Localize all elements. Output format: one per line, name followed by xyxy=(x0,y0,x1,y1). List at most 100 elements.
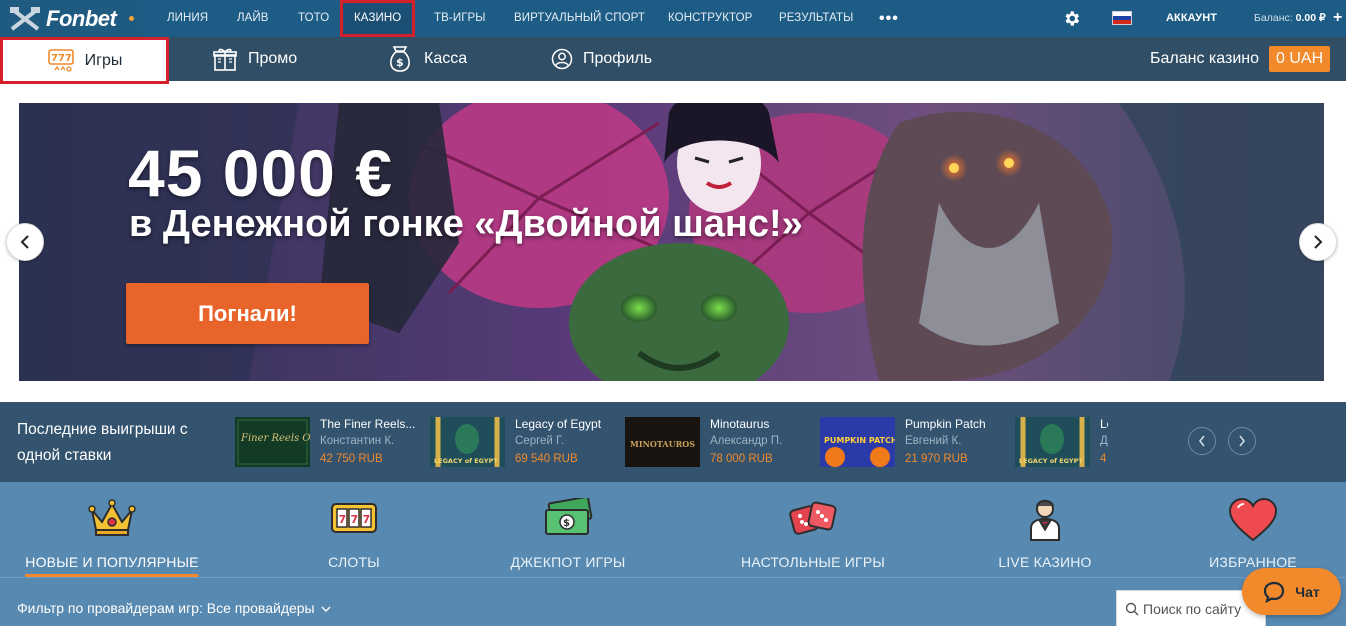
heart-icon xyxy=(1228,498,1278,542)
win-user-name: Сергей Г. xyxy=(515,435,565,447)
subnav-profile-label: Профиль xyxy=(583,50,653,67)
win-amount: 42 750 RUB xyxy=(320,453,383,465)
dealer-icon xyxy=(1030,499,1060,541)
nav-virtual-sport[interactable]: ВИРТУАЛЬНЫЙ СПОРТ xyxy=(514,0,645,37)
chevron-right-icon xyxy=(1314,235,1323,249)
category-label: LIVE КАЗИНО xyxy=(998,554,1092,570)
category-jackpot[interactable]: $ ДЖЕКПОТ ИГРЫ xyxy=(488,482,648,577)
svg-text:LEGACY of EGYPT: LEGACY of EGYPT xyxy=(1019,457,1083,465)
win-game-name: Le xyxy=(1100,417,1108,431)
win-game-name: The Finer Reels... xyxy=(320,417,416,431)
banner-cta-button[interactable]: Погнали! xyxy=(126,283,369,344)
win-user-name: Д xyxy=(1100,435,1108,447)
win-game-name: Pumpkin Patch xyxy=(905,417,986,431)
game-thumbnail: Finer Reels OF LIFE xyxy=(235,417,310,467)
banner-amount: 45 000 € xyxy=(128,136,393,210)
casino-balance-label: Баланс казино xyxy=(1150,50,1259,67)
category-live-casino[interactable]: LIVE КАЗИНО xyxy=(985,482,1105,577)
svg-text:PUMPKIN PATCH: PUMPKIN PATCH xyxy=(824,436,895,445)
fonbet-logo-icon xyxy=(10,6,40,31)
gift-icon xyxy=(213,48,237,71)
svg-text:Finer Reels OF LIFE: Finer Reels OF LIFE xyxy=(240,433,310,444)
win-user-name: Константин К. xyxy=(320,435,395,447)
game-thumbnail: MINOTAUROS xyxy=(625,417,700,467)
category-label: ДЖЕКПОТ ИГРЫ xyxy=(510,554,626,570)
subnav-cashier-label: Касса xyxy=(424,50,468,67)
game-categories: НОВЫЕ И ПОПУЛЯРНЫЕ 7 7 7 СЛОТЫ $ ДЖЕКПОТ… xyxy=(0,482,1346,577)
subnav-profile[interactable]: Профиль xyxy=(551,37,652,81)
category-label: НОВЫЕ И ПОПУЛЯРНЫЕ xyxy=(25,554,199,577)
svg-text:7: 7 xyxy=(363,513,371,526)
category-table-games[interactable]: НАСТОЛЬНЫЕ ИГРЫ xyxy=(733,482,893,577)
subnav-games[interactable]: 777 Игры xyxy=(0,37,169,84)
deposit-plus-icon[interactable]: + xyxy=(1333,0,1342,36)
provider-filter[interactable]: Фильтр по провайдерам игр: Все провайдер… xyxy=(17,600,331,616)
chevron-down-icon xyxy=(321,606,331,612)
top-balance: Баланс: 0.00 ₽ xyxy=(1254,0,1326,37)
wins-prev-button[interactable] xyxy=(1188,427,1216,455)
svg-text:777: 777 xyxy=(51,53,72,64)
svg-text:7: 7 xyxy=(351,513,359,526)
nav-live[interactable]: ЛАЙВ xyxy=(237,0,269,37)
top-balance-value: 0.00 ₽ xyxy=(1295,12,1326,24)
category-label: НАСТОЛЬНЫЕ ИГРЫ xyxy=(741,554,885,570)
casino-balance: Баланс казино 0 UAH xyxy=(1150,37,1331,81)
nav-tv-games[interactable]: ТВ-ИГРЫ xyxy=(434,0,486,37)
nav-more-icon[interactable]: ••• xyxy=(879,0,899,37)
nav-constructor[interactable]: КОНСТРУКТОР xyxy=(668,0,752,37)
nav-toto[interactable]: ТОТО xyxy=(298,0,329,37)
nav-casino[interactable]: КАЗИНО xyxy=(340,0,416,37)
wins-next-button[interactable] xyxy=(1228,427,1256,455)
slot-777-icon: 777 xyxy=(47,48,74,72)
category-favorites[interactable]: ИЗБРАННОЕ xyxy=(1193,482,1313,577)
win-amount: 21 970 RUB xyxy=(905,453,968,465)
svg-text:$: $ xyxy=(563,518,570,529)
search-icon xyxy=(1125,602,1139,616)
promo-banner[interactable]: 45 000 € в Денежной гонке «Двойной шанс!… xyxy=(19,103,1324,381)
banner-subtitle: в Денежной гонке «Двойной шанс!» xyxy=(129,203,803,245)
subnav-cashier[interactable]: $ Касса xyxy=(386,37,467,81)
casino-balance-value[interactable]: 0 UAH xyxy=(1269,46,1331,72)
nav-line[interactable]: ЛИНИЯ xyxy=(167,0,208,37)
win-amount: 69 540 RUB xyxy=(515,453,578,465)
provider-filter-value[interactable]: Все провайдеры xyxy=(207,600,315,616)
provider-filter-row: Фильтр по провайдерам игр: Все провайдер… xyxy=(0,577,1346,626)
fonbet-logo[interactable]: Fonbet xyxy=(0,0,142,37)
chat-button[interactable]: Чат xyxy=(1242,568,1341,615)
logo-dot-icon xyxy=(129,16,134,21)
dice-icon xyxy=(789,501,837,535)
slot-777-icon: 7 7 7 xyxy=(331,503,377,533)
subnav-games-label: Игры xyxy=(84,51,123,69)
win-game-name: Legacy of Egypt xyxy=(515,417,602,431)
nav-account[interactable]: АККАУНТ xyxy=(1166,0,1217,37)
game-thumbnail: PUMPKIN PATCH xyxy=(820,417,895,467)
money-stack-icon: $ xyxy=(545,498,593,535)
subnav-promo[interactable]: Промо xyxy=(212,37,297,81)
win-user-name: Евгений К. xyxy=(905,435,962,447)
recent-wins-title: Последние выигрыши с одной ставки xyxy=(17,421,188,464)
top-balance-label: Баланс: xyxy=(1254,12,1293,24)
category-new-popular[interactable]: НОВЫЕ И ПОПУЛЯРНЫЕ xyxy=(12,482,212,577)
svg-text:7: 7 xyxy=(339,513,347,526)
win-amount: 4 xyxy=(1100,453,1107,465)
nav-results[interactable]: РЕЗУЛЬТАТЫ xyxy=(779,0,853,37)
brand-name: Fonbet xyxy=(46,5,117,31)
chevron-left-icon xyxy=(1198,435,1205,447)
svg-text:MINOTAUROS: MINOTAUROS xyxy=(630,439,695,449)
win-amount: 78 000 RUB xyxy=(710,453,773,465)
win-item[interactable]: LEGACY of EGYPT Le Д 4 xyxy=(1015,417,1108,467)
chevron-left-icon xyxy=(20,235,29,249)
game-thumbnail: LEGACY of EGYPT xyxy=(1015,417,1090,467)
user-profile-icon xyxy=(551,48,573,70)
gear-icon[interactable] xyxy=(1062,9,1081,28)
banner-prev-button[interactable] xyxy=(6,223,44,261)
win-user-name: Александр П. xyxy=(710,435,783,447)
banner-next-button[interactable] xyxy=(1299,223,1337,261)
casino-subnav: 777 Игры Промо $ Касса Профиль Баланс ка… xyxy=(0,37,1346,84)
game-thumbnail: LEGACY of EGYPT xyxy=(430,417,505,467)
subnav-promo-label: Промо xyxy=(248,50,298,67)
category-slots[interactable]: 7 7 7 СЛОТЫ xyxy=(284,482,424,577)
chevron-right-icon xyxy=(1239,435,1246,447)
provider-filter-label: Фильтр по провайдерам игр: xyxy=(17,600,203,616)
language-flag-icon[interactable] xyxy=(1112,11,1132,25)
